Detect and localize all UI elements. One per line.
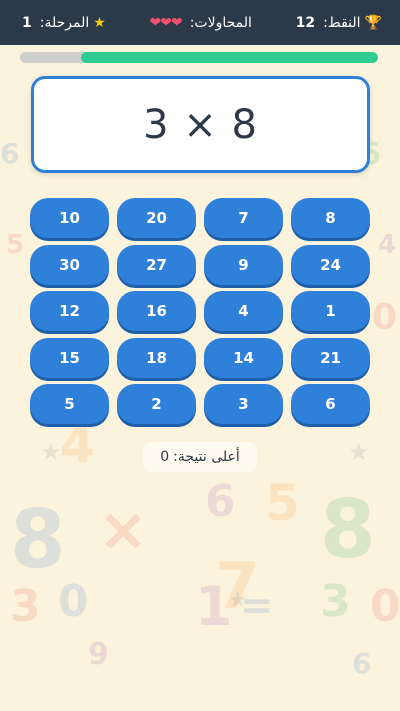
level-label: المرحلة: [39, 14, 90, 31]
answer-button[interactable]: 18 [117, 337, 196, 378]
answer-button[interactable]: 16 [117, 291, 196, 331]
bg-digit-glyph: 4 [378, 230, 397, 260]
points-value: 12 [295, 14, 316, 31]
bg-digit-glyph: 5 [6, 230, 25, 260]
answer-button[interactable]: 9 [204, 244, 283, 285]
bg-digit-glyph: ★ [228, 588, 248, 613]
star-icon: ★ [93, 14, 106, 31]
bg-digit-glyph: 3 [10, 581, 41, 632]
bg-digit-glyph: 6 [205, 476, 236, 527]
bg-digit-glyph: 4 [60, 416, 95, 474]
level-value: 1 [22, 14, 32, 31]
answer-button[interactable]: 12 [30, 291, 109, 331]
level-stat: ★ المرحلة: 1 [22, 15, 106, 31]
question-text: 3 × 8 [143, 101, 258, 148]
answer-button[interactable]: 5 [30, 384, 109, 424]
high-score-box: أعلى نتيجة: 0 [143, 442, 257, 472]
answer-button[interactable]: 24 [291, 244, 370, 285]
bg-digit-glyph: ★ [348, 438, 370, 466]
bg-digit-glyph: ★ [40, 438, 62, 466]
top-status-bar: 🏆 النقط: 12 المحاولات: ❤❤❤ ★ المرحلة: 1 [0, 0, 400, 45]
bg-digit-glyph: 0 [372, 297, 398, 338]
points-stat: 🏆 النقط: 12 [296, 15, 382, 31]
bg-digit-glyph: 8 [320, 483, 376, 576]
points-label: النقط: [323, 14, 361, 31]
high-score-label: أعلى نتيجة: [173, 449, 240, 465]
bg-digit-glyph: 8 [10, 493, 66, 586]
answer-grid: 10 20 7 8 30 27 9 24 12 16 4 1 15 18 14 21 5 2 3 6 [30, 198, 370, 424]
question-card: 3 × 8 [31, 76, 370, 173]
bg-digit-glyph: 5 [265, 474, 300, 532]
answer-button[interactable]: 2 [117, 384, 196, 424]
bg-digit-glyph: 1 [195, 575, 233, 638]
bg-digit-glyph: 0 [58, 576, 89, 627]
bg-digit-glyph: × [98, 495, 149, 565]
answer-button[interactable]: 7 [204, 198, 283, 238]
attempts-stat: المحاولات: ❤❤❤ [150, 15, 252, 31]
trophy-icon: 🏆 [364, 14, 382, 31]
bg-digit-glyph: 0 [370, 581, 400, 632]
bg-digit-glyph: 6 [0, 137, 20, 170]
answer-button[interactable]: 15 [30, 337, 109, 378]
answer-button[interactable]: 27 [117, 244, 196, 285]
progress-bar [20, 52, 378, 63]
answer-button[interactable]: 6 [291, 384, 370, 424]
bg-digit-glyph: 3 [320, 576, 351, 627]
attempts-label: المحاولات: [189, 14, 252, 31]
answer-button[interactable]: 21 [291, 337, 370, 378]
answer-button[interactable]: 8 [291, 198, 370, 238]
answer-button[interactable]: 20 [117, 198, 196, 238]
bg-digit-glyph: 9 [88, 637, 109, 672]
answer-button[interactable]: 30 [30, 244, 109, 285]
answer-button[interactable]: 14 [204, 337, 283, 378]
bg-digit-glyph: 6 [352, 647, 372, 680]
answer-button[interactable]: 1 [291, 291, 370, 331]
answer-button[interactable]: 10 [30, 198, 109, 238]
answer-button[interactable]: 4 [204, 291, 283, 331]
high-score-value: 0 [160, 449, 170, 465]
progress-fill [80, 52, 378, 63]
answer-button[interactable]: 3 [204, 384, 283, 424]
heart-icons: ❤❤❤ [149, 14, 183, 31]
